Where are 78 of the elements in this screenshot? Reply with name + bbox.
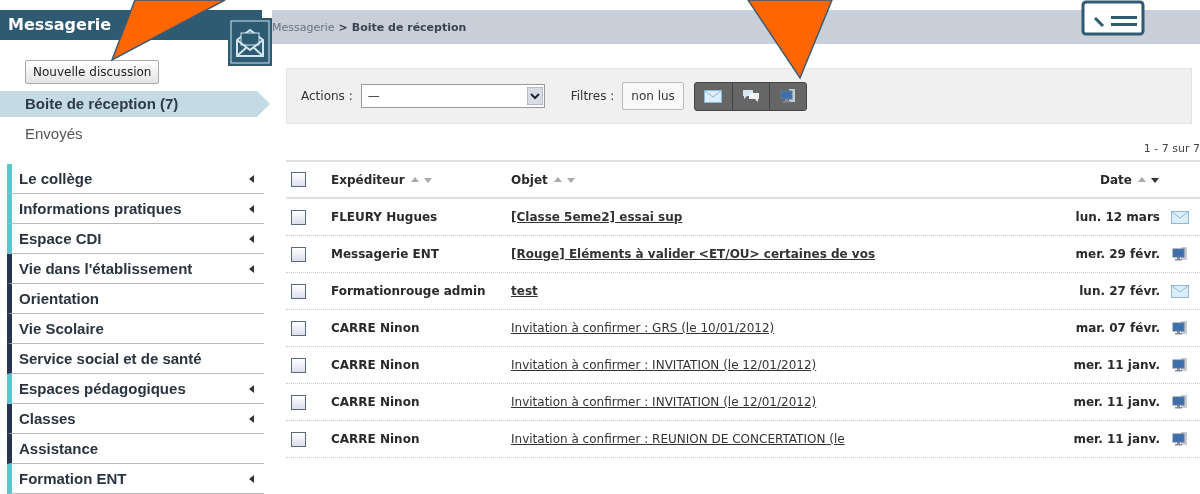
actions-label: Actions : bbox=[301, 89, 353, 103]
sort-arrows-icon[interactable] bbox=[1138, 175, 1160, 184]
date-cell-text: mer. 11 janv. bbox=[1072, 432, 1160, 446]
menu-label: Espaces pédagogiques bbox=[19, 380, 186, 397]
menu-item[interactable]: Formation ENT bbox=[7, 464, 264, 494]
subject-link[interactable]: Invitation à confirmer : INVITATION (le 12/01/2012) bbox=[511, 395, 1000, 409]
breadcrumb-separator: > bbox=[338, 20, 348, 34]
menu-label: Orientation bbox=[19, 290, 99, 307]
subject-link[interactable]: [Classe 5eme2] essai sup bbox=[511, 210, 1000, 224]
mail-icon bbox=[704, 89, 723, 103]
menu-label: Le collège bbox=[19, 170, 93, 187]
row-checkbox[interactable] bbox=[291, 431, 306, 447]
computer-icon bbox=[1172, 431, 1188, 447]
menu-label: Classes bbox=[19, 410, 76, 427]
row-checkbox[interactable] bbox=[291, 394, 306, 410]
sender-cell-text: Messagerie ENT bbox=[331, 247, 440, 261]
subject-link[interactable]: Invitation à confirmer : INVITATION (le 12/01/2012) bbox=[511, 358, 1000, 372]
computer-icon bbox=[1172, 320, 1188, 336]
dropdown-arrow-icon bbox=[526, 87, 543, 105]
unread-filter-button[interactable]: non lus bbox=[622, 82, 684, 110]
computer-icon bbox=[1172, 246, 1188, 262]
filters-label: Filtres : bbox=[570, 89, 615, 103]
date-cell-text: lun. 12 mars bbox=[1074, 210, 1160, 224]
mail-icon bbox=[1171, 210, 1189, 224]
actions-dropdown[interactable]: — bbox=[360, 84, 545, 108]
breadcrumb-current: Boite de réception bbox=[351, 20, 467, 34]
computer-icon bbox=[1172, 394, 1188, 410]
mail-icon bbox=[1171, 284, 1189, 298]
sender-cell-text: CARRE Ninon bbox=[331, 395, 421, 409]
select-all-checkbox[interactable] bbox=[291, 172, 306, 187]
menu-label: Informations pratiques bbox=[19, 200, 182, 217]
column-header[interactable]: Date bbox=[1100, 172, 1132, 187]
computer-icon bbox=[779, 88, 796, 104]
folder-item[interactable]: Envoyés bbox=[0, 120, 270, 147]
menu-label: Formation ENT bbox=[19, 470, 127, 487]
new-discussion-button[interactable]: Nouvelle discussion bbox=[25, 59, 160, 84]
sender-cell-text: Formationrouge admin bbox=[331, 284, 487, 298]
date-cell-text: lun. 27 févr. bbox=[1078, 284, 1160, 298]
row-checkbox[interactable] bbox=[291, 209, 306, 225]
subject-link[interactable]: test bbox=[511, 284, 1000, 298]
menu-item[interactable]: Classes bbox=[7, 404, 264, 434]
row-checkbox[interactable] bbox=[291, 357, 306, 373]
menu-item[interactable]: Vie Scolaire bbox=[7, 314, 264, 344]
date-cell-text: mer. 29 févr. bbox=[1074, 247, 1160, 261]
sidebar-title: Messagerie bbox=[8, 15, 112, 35]
subject-link[interactable]: Invitation à confirmer : REUNION DE CONCERTATION (le bbox=[511, 432, 1000, 446]
sender-cell-text: CARRE Ninon bbox=[331, 358, 421, 372]
compose-icon[interactable] bbox=[1081, 0, 1145, 36]
menu-item[interactable]: Espaces pédagogiques bbox=[7, 374, 264, 404]
sender-cell-text: FLEURY Hugues bbox=[331, 210, 439, 224]
menu-label: Vie dans l'établissement bbox=[19, 260, 193, 277]
menu-label: Assistance bbox=[19, 440, 99, 457]
chat-bubbles-icon bbox=[741, 89, 760, 103]
subject-link[interactable]: [Rouge] Eléments à valider <ET/OU> certaines de vos bbox=[511, 247, 1000, 261]
menu-label: Espace CDI bbox=[19, 230, 102, 247]
menu-item[interactable]: Espace CDI bbox=[7, 224, 264, 254]
menu-label: Vie Scolaire bbox=[19, 320, 104, 337]
sender-cell-text: CARRE Ninon bbox=[331, 321, 421, 335]
sender-cell-text: CARRE Ninon bbox=[331, 432, 421, 446]
column-header[interactable]: Objet bbox=[511, 172, 548, 187]
date-cell-text: mer. 11 janv. bbox=[1072, 358, 1160, 372]
menu-item[interactable]: Assistance bbox=[7, 434, 264, 464]
row-checkbox[interactable] bbox=[291, 246, 306, 262]
menu-item[interactable]: Service social et de santé bbox=[7, 344, 264, 374]
subject-link[interactable]: Invitation à confirmer : GRS (le 10/01/2012) bbox=[511, 321, 1000, 335]
row-checkbox[interactable] bbox=[291, 283, 306, 299]
column-header[interactable]: Expéditeur bbox=[331, 172, 405, 187]
menu-item[interactable]: Informations pratiques bbox=[7, 194, 264, 224]
pagination-text: 1 - 7 sur 7 bbox=[1142, 142, 1200, 155]
date-cell-text: mar. 07 févr. bbox=[1074, 321, 1160, 335]
menu-item[interactable]: Orientation bbox=[7, 284, 264, 314]
date-cell-text: mer. 11 janv. bbox=[1072, 395, 1160, 409]
menu-item[interactable]: Vie dans l'établissement bbox=[7, 254, 264, 284]
menu-label: Service social et de santé bbox=[19, 350, 202, 367]
computer-icon bbox=[1172, 357, 1188, 373]
row-checkbox[interactable] bbox=[291, 320, 306, 336]
folder-item[interactable]: Boite de réception (7) bbox=[0, 90, 270, 118]
menu-item[interactable]: Le collège bbox=[7, 164, 264, 194]
